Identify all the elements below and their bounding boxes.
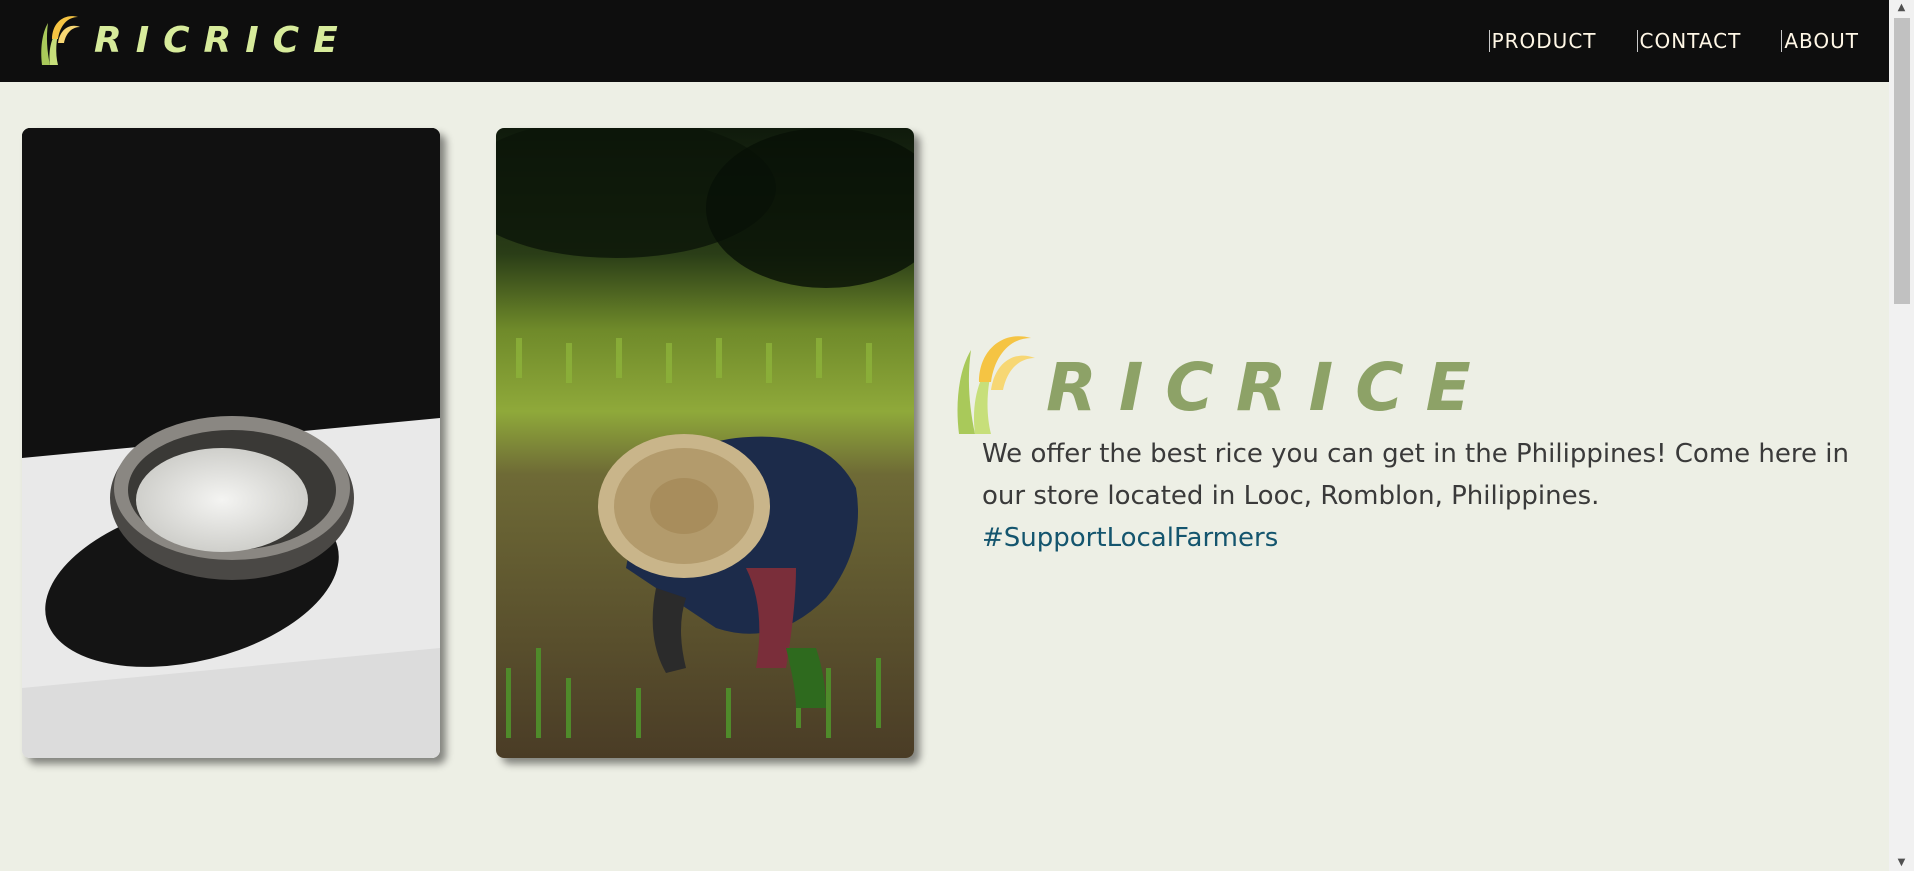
brand-name: RICRICE bbox=[94, 19, 352, 61]
scroll-up-arrow-icon[interactable]: ▲ bbox=[1889, 0, 1914, 16]
nav-link-about[interactable]: ABOUT bbox=[1781, 30, 1859, 52]
description-text: We offer the best rice you can get in th… bbox=[982, 439, 1849, 511]
scrollbar-thumb[interactable] bbox=[1894, 18, 1910, 304]
hero-description: We offer the best rice you can get in th… bbox=[982, 433, 1862, 559]
scroll-down-arrow-icon[interactable]: ▼ bbox=[1889, 855, 1914, 871]
nav-link-contact[interactable]: CONTACT bbox=[1636, 30, 1742, 52]
page-scrollbar[interactable]: ▲ ▼ bbox=[1889, 0, 1914, 871]
top-navigation-bar: RICRICE PRODUCT CONTACT ABOUT bbox=[0, 0, 1889, 82]
hero-brand-name: RICRICE bbox=[1046, 348, 1493, 426]
nav-link-product[interactable]: PRODUCT bbox=[1488, 30, 1597, 52]
site-logo[interactable]: RICRICE bbox=[38, 8, 352, 66]
hashtag-link[interactable]: #SupportLocalFarmers bbox=[982, 517, 1862, 559]
rice-farmer-photo bbox=[496, 128, 914, 758]
rice-bowl-photo bbox=[22, 128, 440, 758]
rice-stalk-icon bbox=[957, 336, 1035, 434]
hero-logo: RICRICE bbox=[950, 322, 1493, 434]
rice-stalk-icon bbox=[41, 16, 80, 65]
main-nav: PRODUCT CONTACT ABOUT bbox=[1449, 0, 1859, 82]
